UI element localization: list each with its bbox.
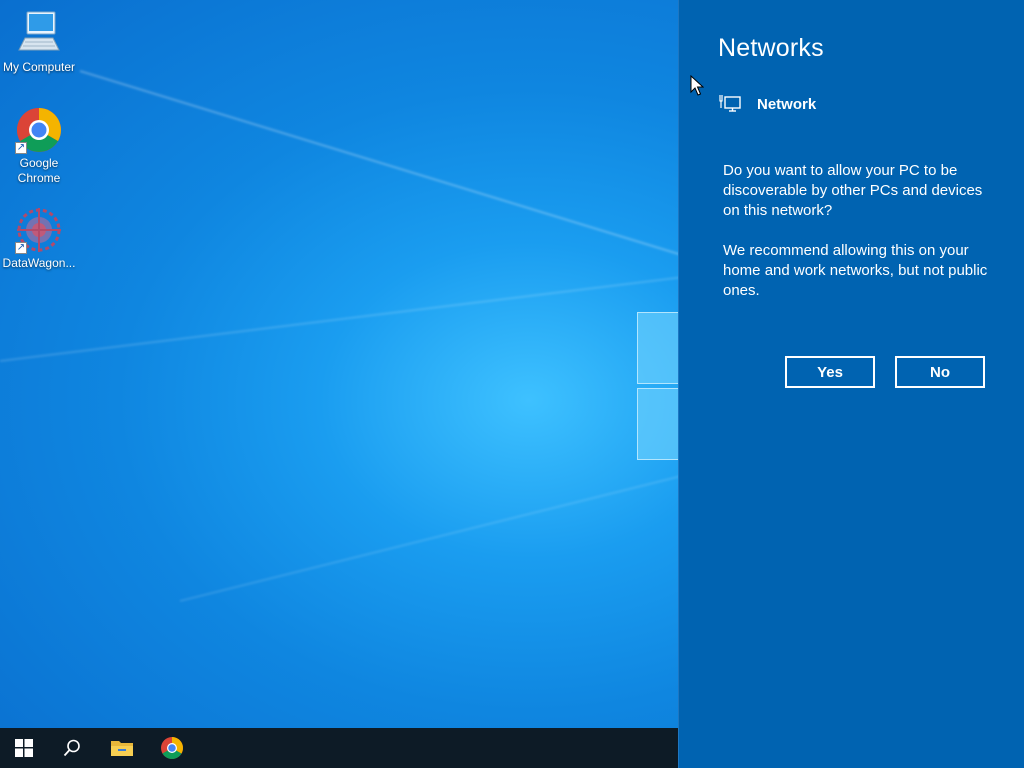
- windows-logo-pane: [637, 388, 678, 460]
- windows-logo-icon: [15, 739, 33, 757]
- no-button[interactable]: No: [895, 356, 985, 388]
- shortcut-arrow-icon: ↗: [15, 242, 27, 254]
- flyout-title: Networks: [718, 34, 824, 62]
- desktop-icon-label: My Computer: [2, 60, 76, 74]
- wallpaper-ray: [0, 274, 678, 362]
- datawagon-icon: ↗: [15, 206, 63, 254]
- desktop-icon-my-computer[interactable]: My Computer: [0, 10, 78, 75]
- desktop-icon-google-chrome[interactable]: ↗ Google Chrome: [0, 106, 78, 186]
- search-icon: [63, 739, 80, 757]
- desktop: My Computer ↗ Google Chrome ↗ DataWagon.…: [0, 0, 678, 728]
- wallpaper-ray: [179, 474, 678, 602]
- folder-icon: [111, 741, 133, 756]
- computer-icon: [15, 10, 63, 58]
- recommendation-text: We recommend allowing this on your home …: [723, 242, 988, 299]
- chrome-taskbar-button[interactable]: [148, 728, 196, 768]
- yes-button[interactable]: Yes: [785, 356, 875, 388]
- network-name: Network: [757, 95, 817, 113]
- discoverable-question: Do you want to allow your PC to be disco…: [723, 162, 983, 219]
- taskbar: [0, 728, 678, 768]
- search-button[interactable]: [48, 728, 96, 768]
- wallpaper-ray: [79, 70, 678, 260]
- desktop-icon-label: DataWagon...: [2, 256, 76, 270]
- windows-logo-pane: [637, 312, 678, 384]
- desktop-icon-label: Google Chrome: [17, 156, 61, 185]
- networks-flyout: Networks Network Do you want to allow yo…: [678, 0, 1024, 768]
- mouse-cursor-icon: [690, 74, 705, 102]
- chrome-icon: ↗: [15, 106, 63, 154]
- chrome-icon: [161, 737, 183, 759]
- shortcut-arrow-icon: ↗: [15, 142, 27, 154]
- desktop-icon-datawagon[interactable]: ↗ DataWagon...: [0, 206, 78, 271]
- ethernet-icon: [719, 95, 741, 112]
- network-item: Network: [719, 94, 816, 114]
- start-button[interactable]: [0, 728, 48, 768]
- file-explorer-button[interactable]: [98, 728, 146, 768]
